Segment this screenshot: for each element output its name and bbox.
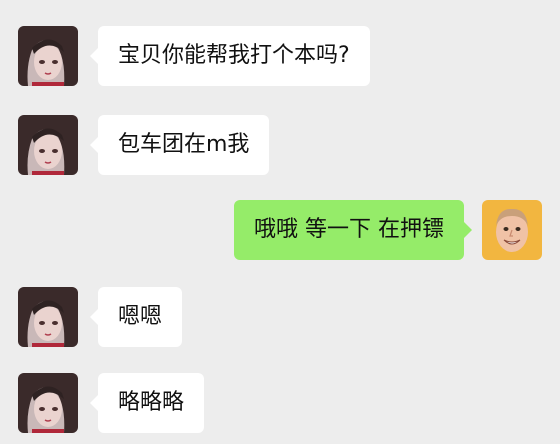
- man-avatar-icon: [482, 200, 542, 260]
- message-bubble[interactable]: 宝贝你能帮我打个本吗?: [90, 26, 370, 86]
- message-row: 略略略: [18, 373, 205, 433]
- anime-girl-avatar-icon: [18, 26, 78, 86]
- avatar[interactable]: [18, 26, 78, 86]
- anime-girl-avatar-icon: [18, 115, 78, 175]
- message-bubble[interactable]: 略略略: [89, 373, 205, 433]
- message-row: 包车团在m我: [18, 115, 270, 175]
- message-row: 宝贝你能帮我打个本吗?: [18, 26, 370, 86]
- message-bubble[interactable]: 嗯嗯: [89, 287, 183, 347]
- avatar[interactable]: [18, 287, 78, 347]
- message-row: 哦哦 等一下 在押镖: [234, 200, 542, 260]
- message-bubble[interactable]: 包车团在m我: [89, 115, 270, 175]
- message-row: 嗯嗯: [18, 287, 183, 347]
- avatar[interactable]: [18, 373, 78, 433]
- avatar[interactable]: [482, 200, 542, 260]
- anime-girl-avatar-icon: [18, 373, 78, 433]
- message-bubble[interactable]: 哦哦 等一下 在押镖: [234, 200, 472, 260]
- avatar[interactable]: [18, 115, 78, 175]
- anime-girl-avatar-icon: [18, 287, 78, 347]
